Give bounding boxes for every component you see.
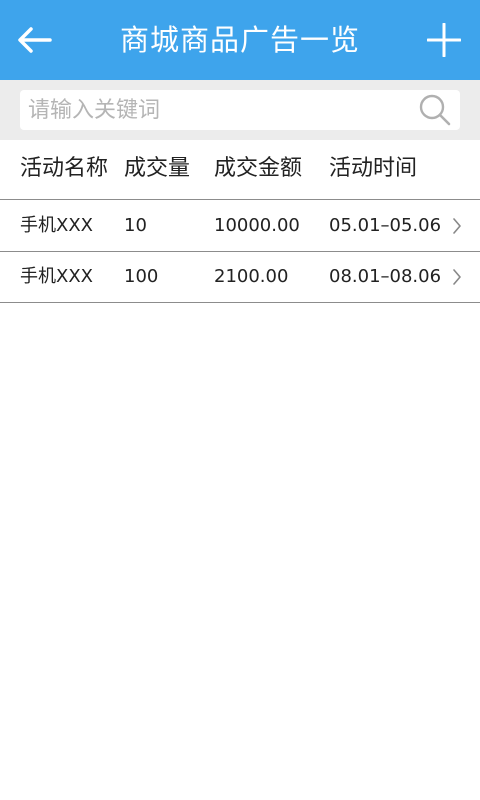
- table-row[interactable]: 手机XXX 100 2100.00 08.01–08.06: [0, 252, 480, 303]
- column-header-period: 活动时间: [329, 156, 418, 181]
- cell-period: 08.01–08.06: [329, 266, 442, 287]
- back-button[interactable]: [8, 14, 60, 66]
- nav-bar: 商城商品广告一览: [0, 0, 480, 80]
- page-title: 商城商品广告一览: [119, 23, 360, 57]
- chevron-right-icon: [453, 269, 461, 285]
- column-header-activity-name: 活动名称: [20, 156, 109, 181]
- search-box: [20, 90, 460, 130]
- table-row[interactable]: 手机XXX 10 10000.00 05.01–05.06: [0, 201, 480, 252]
- search-input[interactable]: [28, 90, 408, 130]
- column-header-volume: 成交量: [124, 156, 191, 181]
- search-bar: [0, 80, 480, 140]
- app-screen: 商城商品广告一览 活动名称 成交量 成交金额 活动时间 手机XXX 10 100…: [0, 0, 480, 800]
- cell-amount: 10000.00: [214, 215, 300, 236]
- plus-icon: [427, 23, 461, 57]
- cell-amount: 2100.00: [214, 266, 289, 287]
- chevron-right-icon: [453, 218, 461, 234]
- cell-period: 05.01–05.06: [329, 215, 442, 236]
- search-icon[interactable]: [418, 93, 452, 127]
- table-header: 活动名称 成交量 成交金额 活动时间: [0, 140, 480, 200]
- cell-activity-name: 手机XXX: [20, 266, 93, 287]
- arrow-left-icon: [18, 27, 52, 53]
- cell-volume: 100: [124, 266, 159, 287]
- cell-volume: 10: [124, 215, 147, 236]
- cell-activity-name: 手机XXX: [20, 215, 93, 236]
- column-header-amount: 成交金额: [214, 156, 303, 181]
- add-button[interactable]: [416, 12, 472, 68]
